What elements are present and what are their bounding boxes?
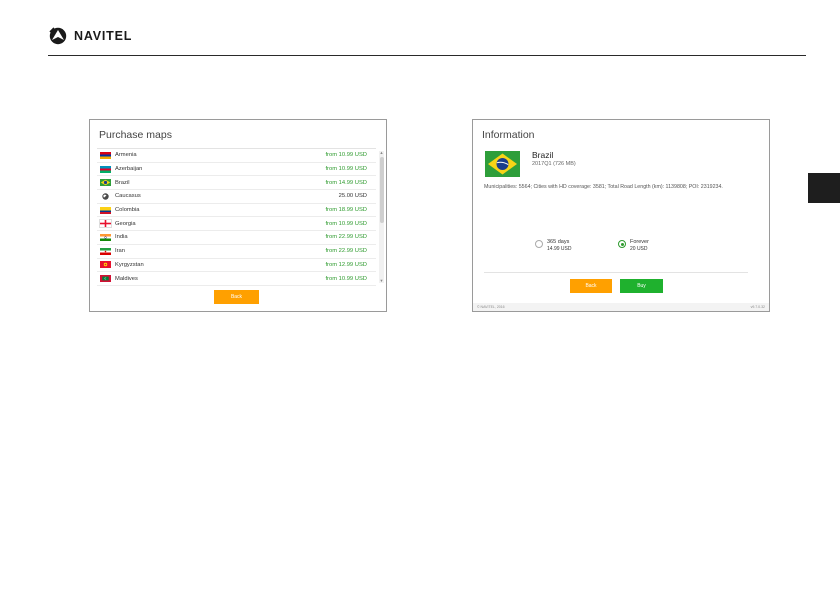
list-item-india[interactable]: India from 22.99 USD	[97, 231, 376, 245]
country-name: Caucasus	[115, 193, 141, 200]
country-price: from 22.99 USD	[325, 234, 367, 241]
country-name: Azerbaijan	[115, 166, 143, 173]
copyright-text: © NAVITEL, 2016	[477, 305, 505, 309]
divider	[484, 272, 748, 273]
option-forever[interactable]: Forever 20 USD	[618, 239, 649, 252]
map-statistics: Municipalities: 5564; Cities with HD cov…	[484, 184, 723, 190]
country-name: Brazil	[115, 179, 130, 186]
country-price: from 10.99 USD	[325, 275, 367, 282]
purchase-maps-screen: Purchase maps Armenia from 10.99 USD Aze…	[89, 119, 387, 312]
scroll-down-icon[interactable]: ▼	[379, 279, 384, 283]
country-price: 25.00 USD	[338, 193, 367, 200]
colombia-flag-icon	[100, 206, 111, 214]
country-name: Armenia	[115, 152, 137, 159]
option-label: 365 days	[547, 239, 570, 245]
country-price: from 22.99 USD	[325, 248, 367, 255]
list-item-maldives[interactable]: Maldives from 10.99 USD	[97, 272, 376, 286]
list-item-kyrgyzstan[interactable]: Kyrgyzstan from 12.99 USD	[97, 259, 376, 273]
back-button[interactable]: Back	[214, 290, 259, 304]
country-price: from 18.99 USD	[325, 207, 367, 214]
maldives-flag-icon	[100, 275, 111, 283]
list-item-colombia[interactable]: Colombia from 18.99 USD	[97, 204, 376, 218]
country-name: Brazil	[532, 150, 554, 160]
brazil-flag-icon	[100, 179, 111, 187]
list-item-iran[interactable]: Iran from 22.99 USD	[97, 245, 376, 259]
country-name: Iran	[115, 248, 125, 255]
country-name: Maldives	[115, 275, 138, 282]
scroll-up-icon[interactable]: ▲	[379, 151, 384, 155]
list-item-azerbaijan[interactable]: Azerbaijan from 10.99 USD	[97, 163, 376, 177]
map-version: 2017Q1 (726 MB)	[532, 161, 576, 167]
list-item-georgia[interactable]: Georgia from 10.99 USD	[97, 217, 376, 232]
buy-button[interactable]: Buy	[620, 279, 663, 293]
country-name: India	[115, 234, 128, 241]
option-label: Forever	[630, 239, 649, 245]
option-price: 14.99 USD	[547, 246, 572, 252]
country-name: Colombia	[115, 207, 140, 214]
map-information-screen: Information Brazil 2017Q1 (726 MB) Munic…	[472, 119, 770, 312]
armenia-flag-icon	[100, 151, 111, 159]
brazil-flag-icon	[485, 151, 520, 177]
country-price: from 14.99 USD	[325, 179, 367, 186]
version-text: v9.7.0.32	[750, 305, 765, 309]
country-price: from 12.99 USD	[325, 261, 367, 268]
list-item-brazil[interactable]: Brazil from 14.99 USD	[97, 176, 376, 191]
navitel-logo-icon	[49, 27, 67, 45]
india-flag-icon	[100, 233, 111, 241]
kyrgyzstan-flag-icon	[100, 261, 111, 269]
option-365-days[interactable]: 365 days 14.99 USD	[535, 239, 571, 252]
list-item-armenia[interactable]: Armenia from 10.99 USD	[97, 149, 376, 163]
azerbaijan-flag-icon	[100, 165, 111, 173]
status-bar: © NAVITEL, 2016 v9.7.0.32	[473, 303, 769, 311]
georgia-flag-icon	[99, 219, 112, 229]
country-name: Georgia	[115, 220, 136, 227]
screen-title: Purchase maps	[99, 129, 172, 141]
back-button[interactable]: Back	[570, 279, 612, 293]
country-price: from 10.99 USD	[325, 152, 367, 159]
globe-icon	[100, 193, 111, 200]
section-tab	[808, 173, 840, 203]
country-price: from 10.99 USD	[325, 220, 367, 227]
scrollbar-thumb[interactable]	[379, 157, 384, 223]
screen-title: Information	[482, 129, 535, 141]
header-divider	[48, 55, 806, 56]
country-list: Armenia from 10.99 USD Azerbaijan from 1…	[97, 148, 376, 286]
country-price: from 10.99 USD	[325, 166, 367, 173]
country-name: Kyrgyzstan	[115, 261, 144, 268]
option-price: 20 USD	[630, 246, 648, 252]
navitel-header: NAVITEL	[48, 24, 132, 48]
radio-unchecked-icon	[535, 240, 543, 248]
radio-checked-icon	[618, 240, 626, 248]
iran-flag-icon	[100, 247, 111, 255]
brand-name: NAVITEL	[74, 29, 133, 43]
list-item-caucasus[interactable]: Caucasus 25.00 USD	[97, 190, 376, 204]
list-scrollbar[interactable]: ▲ ▼	[379, 151, 384, 283]
